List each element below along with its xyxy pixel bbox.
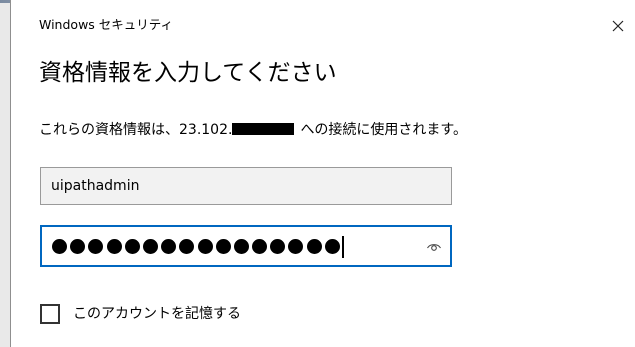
password-dot xyxy=(233,239,249,254)
password-dot xyxy=(288,239,304,254)
info-text-suffix: への接続に使用されます。 xyxy=(300,122,468,138)
password-dot xyxy=(179,239,195,254)
remember-account-label: このアカウントを記憶する xyxy=(73,306,241,322)
password-field[interactable] xyxy=(40,225,452,267)
password-dot xyxy=(215,239,231,254)
dialog-heading: 資格情報を入力してください xyxy=(39,60,337,86)
close-icon xyxy=(612,20,624,32)
close-button[interactable] xyxy=(603,14,633,40)
password-dot xyxy=(52,239,67,254)
password-dot xyxy=(252,239,268,254)
password-mask xyxy=(52,235,344,258)
password-dot xyxy=(270,239,286,254)
text-caret xyxy=(342,235,344,258)
title-bar: Windows セキュリティ xyxy=(11,0,635,40)
password-dot xyxy=(161,239,177,254)
connection-info-text: これらの資格情報は、23.102. への接続に使用されます。 xyxy=(39,120,467,140)
redacted-address-block xyxy=(232,123,295,135)
credential-dialog: Windows セキュリティ 資格情報を入力してください これらの資格情報は、2… xyxy=(10,0,635,347)
info-text-prefix: これらの資格情報は、23.102. xyxy=(39,122,233,138)
password-dot xyxy=(70,239,86,254)
password-dot xyxy=(88,239,104,254)
password-dot xyxy=(197,239,213,254)
password-dot xyxy=(306,239,322,254)
password-dot xyxy=(142,239,158,254)
eye-icon[interactable] xyxy=(426,239,442,253)
remember-account-row[interactable]: このアカウントを記憶する xyxy=(40,302,241,326)
password-dot xyxy=(324,239,340,254)
password-dot xyxy=(106,239,122,254)
username-field[interactable] xyxy=(40,167,452,205)
window-title: Windows セキュリティ xyxy=(39,17,174,32)
password-dot xyxy=(124,239,140,254)
remember-account-checkbox[interactable] xyxy=(40,304,60,324)
